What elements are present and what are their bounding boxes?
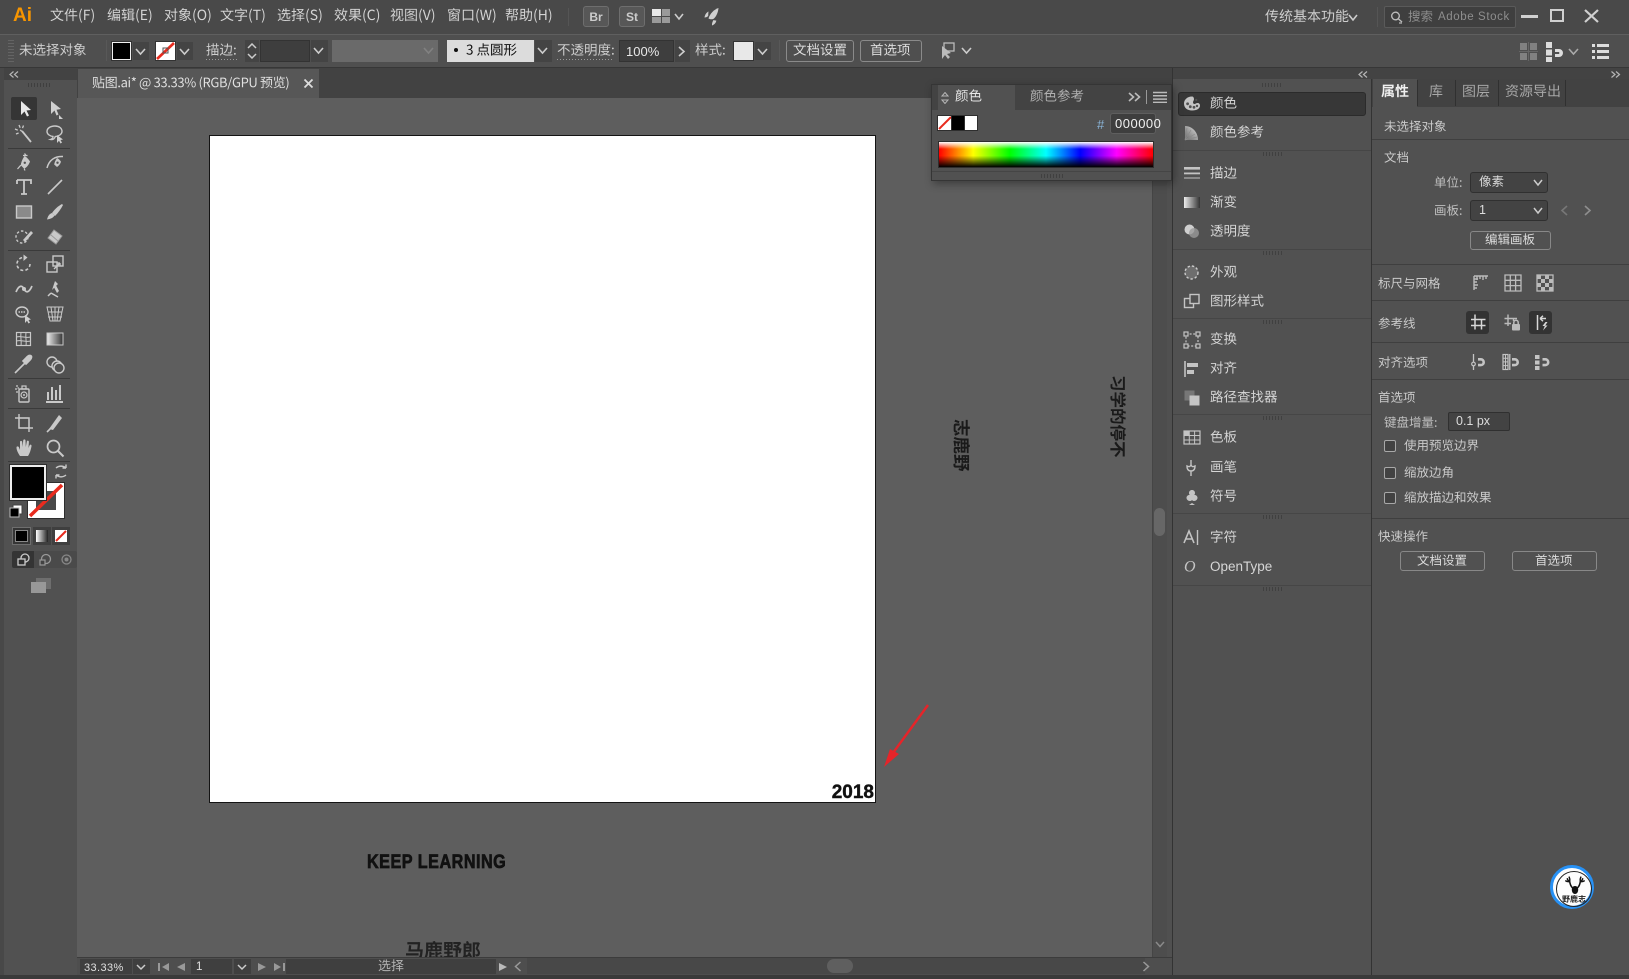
svg-text:O: O [1184,559,1196,576]
